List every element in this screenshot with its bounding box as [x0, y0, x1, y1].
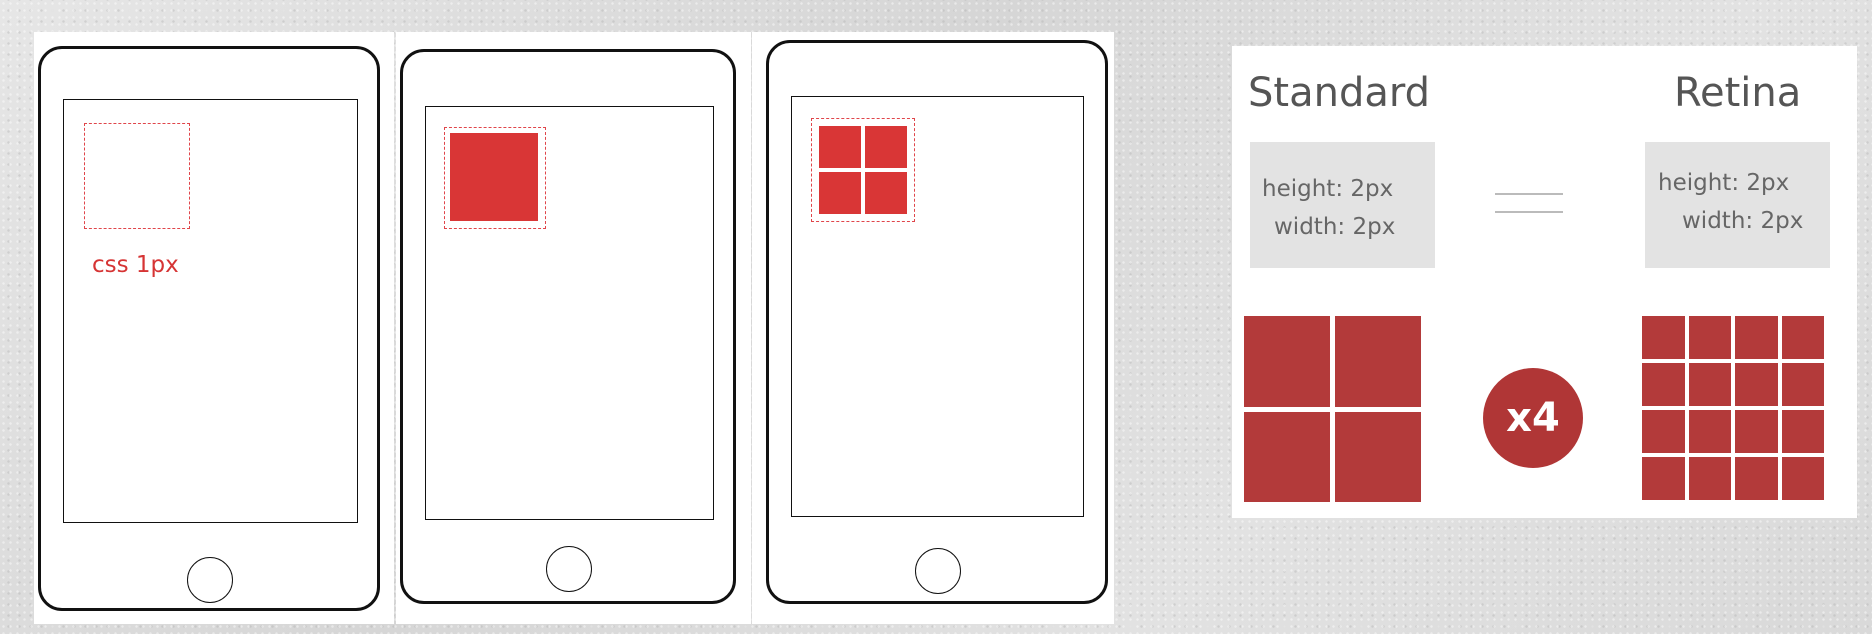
retina-pixel-cell	[1781, 410, 1824, 453]
retina-pixel-cell	[1735, 363, 1778, 406]
retina-width-text: width: 2px	[1682, 208, 1804, 234]
retina-pixel-cell	[1688, 457, 1731, 500]
retina-pixel-cell	[1735, 316, 1778, 359]
retina-pixel-cell	[1642, 363, 1685, 406]
retina-pixel-cell	[1781, 363, 1824, 406]
standard-vs-retina-panel: Standard Retina height: 2px width: 2px h…	[1232, 46, 1857, 518]
css-pixel-outline	[84, 123, 190, 229]
phone-screen	[425, 106, 714, 520]
standard-heading: Standard	[1248, 70, 1430, 116]
retina-dimensions: height: 2px width: 2px	[1645, 142, 1830, 268]
css-pixel-outline	[444, 127, 546, 229]
device-pixel	[819, 126, 861, 168]
retina-pixel-cell	[1688, 363, 1731, 406]
phone-body	[766, 40, 1108, 604]
equals-sign-icon	[1495, 186, 1563, 220]
css-pixel-label: css 1px	[92, 252, 179, 278]
retina-heading: Retina	[1674, 70, 1802, 116]
multiplier-badge: x4	[1483, 368, 1583, 468]
standard-dimensions: height: 2px width: 2px	[1250, 142, 1435, 268]
device-pixel	[819, 172, 861, 214]
standard-width-text: width: 2px	[1274, 214, 1396, 240]
standard-pixel-cell	[1335, 411, 1421, 502]
device-pixel	[865, 172, 907, 214]
phone-screen	[791, 96, 1084, 517]
standard-pixel-grid	[1244, 316, 1421, 502]
retina-pixel-cell	[1735, 410, 1778, 453]
retina-pixel-cell	[1781, 316, 1824, 359]
standard-pixel-cell	[1244, 316, 1330, 407]
standard-height-text: height: 2px	[1262, 176, 1394, 202]
phone-body	[400, 49, 736, 604]
home-button	[187, 557, 233, 603]
home-button	[546, 546, 592, 592]
retina-pixel-cell	[1688, 410, 1731, 453]
phone-panel-standard	[396, 32, 751, 624]
phone-screen: css 1px	[63, 99, 358, 523]
home-button	[915, 548, 961, 594]
retina-pixel-cell	[1781, 457, 1824, 500]
phone-body: css 1px	[38, 46, 380, 611]
device-pixel	[450, 133, 538, 221]
standard-pixel-cell	[1244, 411, 1330, 502]
retina-height-text: height: 2px	[1658, 170, 1790, 196]
retina-pixel-grid	[1642, 316, 1824, 500]
standard-pixel-cell	[1335, 316, 1421, 407]
css-pixel-outline	[811, 118, 915, 222]
device-pixel	[865, 126, 907, 168]
retina-pixel-cell	[1642, 410, 1685, 453]
retina-pixel-cell	[1642, 316, 1685, 359]
phone-panel-retina	[752, 32, 1114, 624]
retina-pixel-cell	[1735, 457, 1778, 500]
phone-panel-css-pixel: css 1px	[34, 32, 394, 624]
retina-pixel-cell	[1688, 316, 1731, 359]
retina-pixel-cell	[1642, 457, 1685, 500]
